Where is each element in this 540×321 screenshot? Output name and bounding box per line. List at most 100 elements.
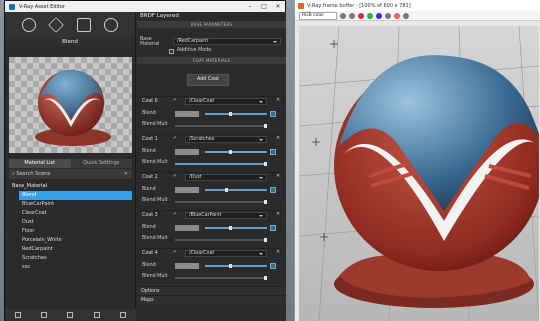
coat-enabled-checkbox[interactable]: ✔ xyxy=(173,98,177,103)
base-material-dropdown[interactable]: /RedCarpaint xyxy=(173,38,281,45)
new-file-icon[interactable] xyxy=(15,312,22,318)
base-material-label: Base Material xyxy=(140,36,160,47)
list-item[interactable]: Porcelain_White xyxy=(19,236,132,245)
list-item[interactable]: ClearCoat xyxy=(19,209,132,218)
blend-mult-slider[interactable] xyxy=(175,124,267,128)
remove-coat-icon[interactable]: ✕ xyxy=(276,212,280,217)
options-rollout[interactable]: Options xyxy=(137,286,286,295)
coat-material-dropdown[interactable]: /BlueCarPaint xyxy=(185,212,267,219)
list-item[interactable]: RedCarpaint xyxy=(19,245,132,254)
asset-category-bar xyxy=(5,12,135,37)
blend-slider[interactable] xyxy=(205,264,267,268)
clear-search-icon[interactable]: ✕ xyxy=(124,171,128,177)
blend-label: Blend xyxy=(142,263,156,268)
maximize-button[interactable]: □ xyxy=(257,1,271,12)
coat-label: Coat 1 xyxy=(142,137,158,142)
purge-icon[interactable] xyxy=(119,312,126,318)
blend-mult-slider[interactable] xyxy=(175,200,267,204)
blend-map-button[interactable] xyxy=(270,225,276,231)
blend-color-swatch[interactable] xyxy=(175,149,199,155)
list-group-base-material[interactable]: Base_Material xyxy=(9,182,132,191)
blend-mult-label: Blend Mult xyxy=(142,160,168,165)
red-channel-icon[interactable] xyxy=(358,12,364,19)
coat-enabled-checkbox[interactable]: ✔ xyxy=(173,212,177,217)
tab-quick-settings[interactable]: Quick Settings xyxy=(70,159,132,168)
coat-material-dropdown[interactable]: /ClearCoat xyxy=(185,250,267,257)
list-item[interactable]: sss xyxy=(19,263,132,272)
coat-enabled-checkbox[interactable]: ✔ xyxy=(173,136,177,141)
blend-color-swatch[interactable] xyxy=(175,187,199,193)
blend-map-button[interactable] xyxy=(270,263,276,269)
list-item[interactable]: BlueCarPaint xyxy=(19,200,132,209)
frame-buffer-toolbar: RGB color xyxy=(295,11,540,21)
blend-slider[interactable] xyxy=(205,188,267,192)
maps-rollout[interactable]: Maps xyxy=(137,295,286,304)
blend-map-button[interactable] xyxy=(270,149,276,155)
search-field[interactable]: ⌕ Search Scene ✕ xyxy=(9,169,132,179)
settings-category-icon[interactable] xyxy=(104,17,119,32)
blend-label: Blend xyxy=(142,225,156,230)
blend-label: Blend xyxy=(142,111,156,116)
coat-enabled-checkbox[interactable]: ✔ xyxy=(173,174,177,179)
remove-coat-icon[interactable]: ✕ xyxy=(276,98,280,103)
coat-material-dropdown[interactable]: /Scratches xyxy=(185,136,267,143)
coat-label: Coat 0 xyxy=(142,99,158,104)
material-list: Base_Material Blend BlueCarPaint ClearCo… xyxy=(12,182,132,272)
coat-label: Coat 3 xyxy=(142,213,158,218)
lights-category-icon[interactable] xyxy=(48,16,65,33)
save-icon[interactable] xyxy=(93,312,100,318)
blend-slider[interactable] xyxy=(205,226,267,230)
green-channel-icon[interactable] xyxy=(367,12,373,19)
remove-coat-icon[interactable]: ✕ xyxy=(276,136,280,141)
coat-material-dropdown[interactable]: /Dust xyxy=(185,174,267,181)
rendered-image: + + + + xyxy=(299,26,539,321)
blend-mult-label: Blend Mult xyxy=(142,236,168,241)
blend-mult-slider[interactable] xyxy=(175,276,267,280)
blend-map-button[interactable] xyxy=(270,111,276,117)
blend-color-swatch[interactable] xyxy=(175,263,199,269)
blend-slider[interactable] xyxy=(205,112,267,116)
coat-materials-section[interactable]: COAT MATERIALS xyxy=(137,57,286,64)
list-item[interactable]: Dust xyxy=(19,218,132,227)
blend-color-swatch[interactable] xyxy=(175,225,199,231)
blend-map-button[interactable] xyxy=(270,187,276,193)
materials-category-icon[interactable] xyxy=(21,17,36,32)
geometry-category-icon[interactable] xyxy=(76,17,91,32)
minimize-button[interactable]: – xyxy=(243,1,257,12)
base-parameters-section[interactable]: BASE PARAMETERS xyxy=(137,21,286,28)
clear-image-icon[interactable] xyxy=(349,12,355,19)
alpha-channel-icon[interactable] xyxy=(385,12,391,19)
frame-buffer-window: V-Ray frame buffer - [100% of 600 x 781]… xyxy=(294,0,540,321)
list-item[interactable]: Blend xyxy=(19,191,132,200)
coat-material-dropdown[interactable]: /ClearCoat xyxy=(185,98,267,105)
blend-slider[interactable] xyxy=(205,150,267,154)
additive-mode-checkbox[interactable] xyxy=(169,49,174,54)
asset-list-panel: Blend Material List Quick Settings ⌕ Sea… xyxy=(5,12,136,321)
delete-icon[interactable] xyxy=(41,312,48,318)
material-properties-panel: BRDF Layered BASE PARAMETERS Base Materi… xyxy=(137,12,286,321)
tab-material-list[interactable]: Material List xyxy=(9,159,71,168)
list-item[interactable]: Scratches xyxy=(19,254,132,263)
save-image-icon[interactable] xyxy=(340,12,346,19)
search-placeholder: Search Scene xyxy=(16,171,51,177)
blend-mult-slider[interactable] xyxy=(175,162,267,166)
render-icon[interactable] xyxy=(394,12,400,19)
region-render-icon[interactable] xyxy=(403,12,409,19)
blend-color-swatch[interactable] xyxy=(175,111,199,117)
coat-block-3: Coat 3 ✔ /BlueCarPaint ✕ Blend Blend Mul… xyxy=(139,210,284,247)
add-coat-button[interactable]: Add Coat xyxy=(187,74,229,86)
blend-mult-slider[interactable] xyxy=(175,238,267,242)
asset-editor-title: V-Ray Asset Editor xyxy=(19,3,65,10)
coat-enabled-checkbox[interactable]: ✔ xyxy=(173,250,177,255)
brdf-header: BRDF Layered xyxy=(140,13,179,19)
blend-mult-label: Blend Mult xyxy=(142,122,168,127)
blue-channel-icon[interactable] xyxy=(376,12,382,19)
list-item[interactable]: Floor xyxy=(19,227,132,236)
remove-coat-icon[interactable]: ✕ xyxy=(276,250,280,255)
channel-select[interactable]: RGB color xyxy=(299,11,337,20)
remove-coat-icon[interactable]: ✕ xyxy=(276,174,280,179)
close-button[interactable]: ✕ xyxy=(271,1,285,12)
list-toolbar xyxy=(5,309,136,321)
open-folder-icon[interactable] xyxy=(67,312,74,318)
blend-mult-label: Blend Mult xyxy=(142,274,168,279)
